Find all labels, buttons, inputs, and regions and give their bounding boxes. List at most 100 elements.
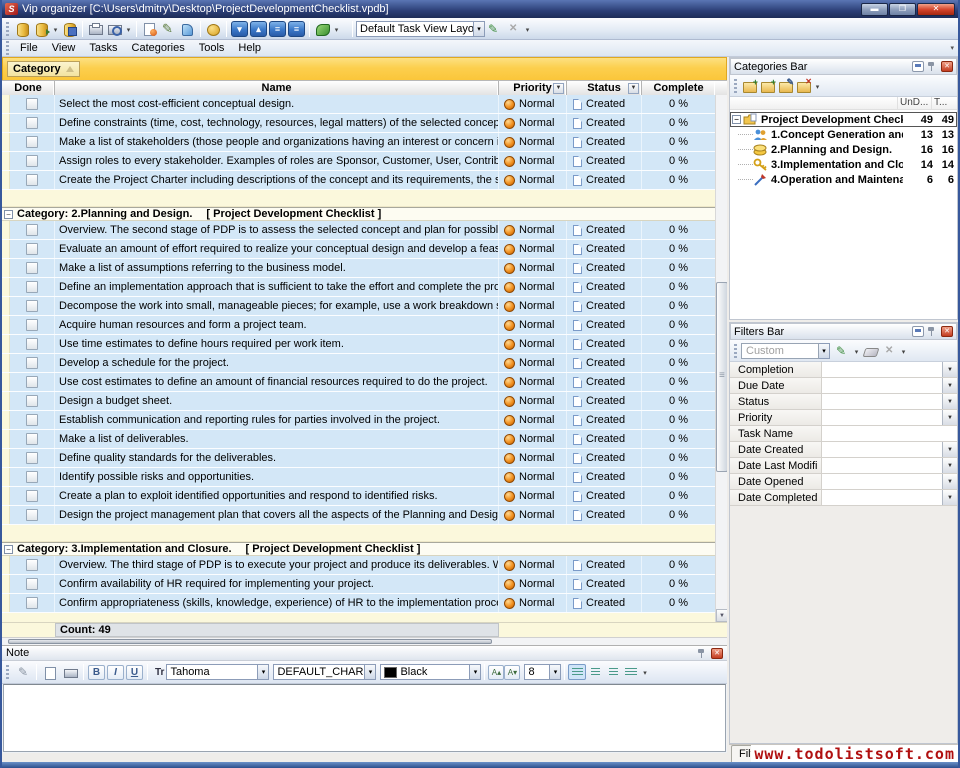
task-checkbox[interactable] bbox=[26, 357, 38, 369]
column-header-name[interactable]: Name bbox=[55, 81, 499, 95]
task-checkbox[interactable] bbox=[26, 433, 38, 445]
filter-value-field[interactable] bbox=[822, 426, 957, 441]
task-checkbox[interactable] bbox=[26, 452, 38, 464]
task-row[interactable]: Confirm appropriateness (skills, knowled… bbox=[2, 594, 715, 613]
collapse-icon[interactable]: − bbox=[4, 545, 13, 554]
task-checkbox[interactable] bbox=[26, 597, 38, 609]
filter-value-field[interactable] bbox=[822, 362, 942, 377]
collapse-icon[interactable]: − bbox=[4, 210, 13, 219]
collapse-icon[interactable]: − bbox=[732, 115, 741, 124]
menu-tasks[interactable]: Tasks bbox=[82, 41, 124, 55]
task-row[interactable]: Assign roles to every stakeholder. Examp… bbox=[2, 152, 715, 171]
task-checkbox[interactable] bbox=[26, 281, 38, 293]
task-row[interactable]: Make a list of assumptions referring to … bbox=[2, 259, 715, 278]
font-color-dropdown[interactable] bbox=[470, 664, 481, 680]
cancel-filter-icon[interactable] bbox=[881, 343, 898, 359]
column-header-priority[interactable]: Priority bbox=[499, 81, 567, 95]
task-checkbox[interactable] bbox=[26, 262, 38, 274]
task-row[interactable]: Define quality standards for the deliver… bbox=[2, 449, 715, 468]
task-checkbox[interactable] bbox=[26, 117, 38, 129]
filter-value-field[interactable] bbox=[822, 410, 942, 425]
task-checkbox[interactable] bbox=[26, 338, 38, 350]
bold-button[interactable]: B bbox=[88, 665, 105, 680]
open-database-dropdown[interactable] bbox=[51, 21, 60, 37]
close-button[interactable]: ✕ bbox=[917, 3, 955, 16]
filters-close-icon[interactable] bbox=[941, 326, 953, 337]
print-preview-icon[interactable] bbox=[106, 21, 123, 37]
column-header-status[interactable]: Status bbox=[567, 81, 642, 95]
task-checkbox[interactable] bbox=[26, 559, 38, 571]
task-checkbox[interactable] bbox=[26, 224, 38, 236]
filter-preset-combo[interactable]: Custom bbox=[741, 343, 819, 359]
horizontal-scrollbar[interactable] bbox=[2, 637, 727, 645]
menu-file[interactable]: File bbox=[13, 41, 45, 55]
task-checkbox[interactable] bbox=[26, 376, 38, 388]
filter-value-field[interactable] bbox=[822, 378, 942, 393]
filter-value-dropdown[interactable]: ▼ bbox=[942, 410, 957, 425]
char-style-dropdown[interactable] bbox=[365, 664, 376, 680]
layout-toolbar-overflow[interactable] bbox=[523, 21, 532, 37]
category-item[interactable]: 4.Operation and Maintenance.66 bbox=[730, 172, 957, 187]
category-item[interactable]: −Project Development Checklist4949 bbox=[730, 112, 957, 127]
shrink-font-icon[interactable]: A▾ bbox=[504, 665, 520, 680]
task-row[interactable]: Evaluate an amount of effort required to… bbox=[2, 240, 715, 259]
category-item[interactable]: 2.Planning and Design.1616 bbox=[730, 142, 957, 157]
filters-toolbar-overflow[interactable] bbox=[899, 343, 908, 359]
task-row[interactable]: Confirm availability of HR required for … bbox=[2, 575, 715, 594]
save-database-icon[interactable] bbox=[61, 21, 78, 37]
menu-view[interactable]: View bbox=[45, 41, 83, 55]
filter-value-dropdown[interactable]: ▼ bbox=[942, 458, 957, 473]
font-size-combo[interactable]: 8 bbox=[524, 664, 550, 680]
font-color-combo[interactable]: Black bbox=[380, 664, 470, 680]
column-header-complete[interactable]: Complete bbox=[642, 81, 715, 95]
task-checkbox[interactable] bbox=[26, 98, 38, 110]
task-row[interactable]: Design a budget sheet.NormalCreated0 % bbox=[2, 392, 715, 411]
task-row[interactable]: Use time estimates to define hours requi… bbox=[2, 335, 715, 354]
new-subcategory-icon[interactable] bbox=[760, 78, 776, 94]
delete-task-icon[interactable] bbox=[179, 21, 196, 37]
task-row[interactable]: Make a list of stakeholders (those peopl… bbox=[2, 133, 715, 152]
menu-categories[interactable]: Categories bbox=[125, 41, 192, 55]
task-row[interactable]: Create a plan to exploit identified oppo… bbox=[2, 487, 715, 506]
task-row[interactable]: Decompose the work into small, manageabl… bbox=[2, 297, 715, 316]
filter-value-field[interactable] bbox=[822, 474, 942, 489]
filter-value-dropdown[interactable]: ▼ bbox=[942, 378, 957, 393]
category-group-header[interactable]: −Category: 3.Implementation and Closure.… bbox=[2, 542, 715, 556]
task-row[interactable]: Define constraints (time, cost, technolo… bbox=[2, 114, 715, 133]
delete-category-icon[interactable] bbox=[796, 78, 812, 94]
task-checkbox[interactable] bbox=[26, 395, 38, 407]
move-down-icon[interactable]: ▾ bbox=[231, 21, 248, 37]
underline-button[interactable]: U bbox=[126, 665, 143, 680]
print-icon[interactable] bbox=[87, 21, 104, 37]
filter-value-dropdown[interactable]: ▼ bbox=[942, 442, 957, 457]
clear-filter-icon[interactable] bbox=[862, 343, 879, 359]
task-checkbox[interactable] bbox=[26, 578, 38, 590]
apply-layout-icon[interactable] bbox=[486, 21, 503, 37]
task-row[interactable]: Make a list of deliverables.NormalCreate… bbox=[2, 430, 715, 449]
task-row[interactable]: Define an implementation approach that i… bbox=[2, 278, 715, 297]
scroll-down-icon[interactable]: ▼ bbox=[716, 609, 727, 622]
note-preview-icon[interactable] bbox=[41, 664, 59, 681]
grow-font-icon[interactable]: A▴ bbox=[488, 665, 504, 680]
char-style-combo[interactable]: DEFAULT_CHAR bbox=[273, 664, 365, 680]
column-header-done[interactable]: Done bbox=[2, 81, 55, 95]
filter-value-field[interactable] bbox=[822, 442, 942, 457]
move-to-bottom-icon[interactable]: ≡ bbox=[269, 21, 286, 37]
commit-note-icon[interactable] bbox=[14, 664, 32, 681]
pin-icon[interactable] bbox=[926, 61, 937, 72]
restore-panel-icon[interactable] bbox=[912, 61, 924, 72]
vertical-scrollbar-thumb[interactable] bbox=[716, 282, 727, 472]
font-size-dropdown[interactable] bbox=[550, 664, 561, 680]
categories-toolbar-overflow[interactable] bbox=[813, 78, 822, 94]
filter-value-dropdown[interactable]: ▼ bbox=[942, 474, 957, 489]
task-checkbox[interactable] bbox=[26, 490, 38, 502]
task-row[interactable]: Identify possible risks and opportunitie… bbox=[2, 468, 715, 487]
pin-icon[interactable] bbox=[926, 326, 937, 337]
note-text-area[interactable] bbox=[3, 684, 726, 752]
priority-filter-dropdown[interactable] bbox=[553, 83, 564, 94]
new-task-icon[interactable] bbox=[141, 21, 158, 37]
italic-button[interactable]: I bbox=[107, 665, 124, 680]
filter-value-dropdown[interactable]: ▼ bbox=[942, 362, 957, 377]
print-preview-dropdown[interactable] bbox=[124, 21, 133, 37]
restore-panel-icon[interactable] bbox=[912, 326, 924, 337]
